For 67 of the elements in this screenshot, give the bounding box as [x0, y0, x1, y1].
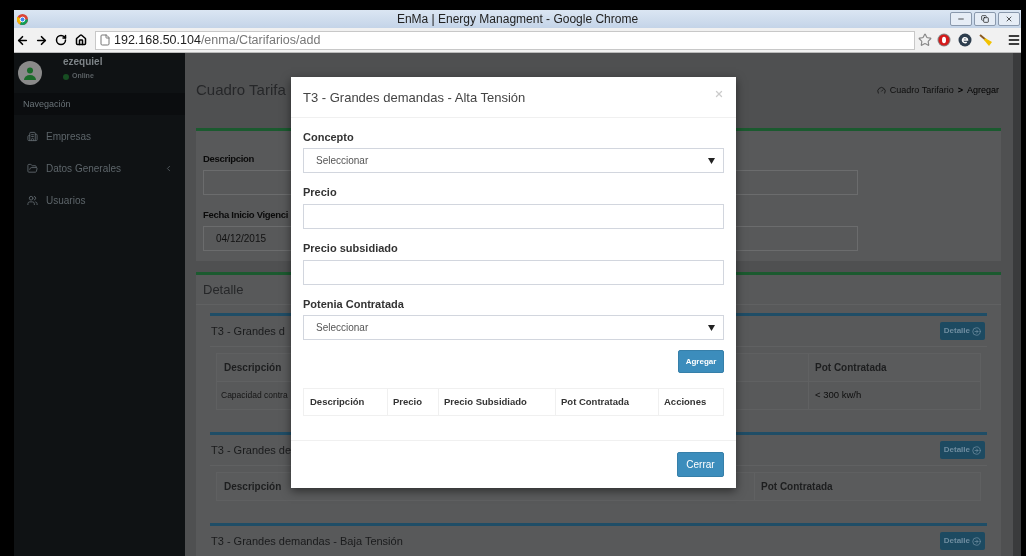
- sidebar-item[interactable]: Empresas: [14, 120, 185, 152]
- column-header: Descripción: [309, 394, 366, 409]
- field-label: Concepto: [303, 130, 354, 144]
- forward-icon[interactable]: [35, 33, 48, 47]
- dashboard-icon: [876, 86, 886, 95]
- column-header: Acciones: [658, 389, 723, 415]
- broom-icon[interactable]: [979, 33, 993, 47]
- user-name: ezequiel: [63, 56, 103, 69]
- sidebar-item[interactable]: Datos Generales: [14, 152, 185, 184]
- url-text: 192.168.50.104/enma/Ctarifarios/add: [114, 31, 321, 49]
- home-icon[interactable]: [75, 34, 87, 46]
- users-icon: [27, 194, 38, 206]
- column-header: Descripción: [223, 361, 282, 375]
- field-label: Descripcion: [203, 153, 255, 165]
- column-header: Pot Contratada: [555, 389, 658, 415]
- input-field[interactable]: [303, 204, 724, 229]
- modal-title: T3 - Grandes demandas - Alta Tensión: [303, 89, 526, 108]
- field-label: Potenia Contratada: [303, 297, 404, 311]
- star-icon[interactable]: [918, 33, 932, 47]
- address-bar[interactable]: 192.168.50.104/enma/Ctarifarios/add: [95, 30, 915, 50]
- page-icon: [99, 34, 111, 46]
- select-field[interactable]: Seleccionar: [303, 315, 724, 340]
- select-field[interactable]: Seleccionar: [303, 148, 724, 173]
- close-icon: [1005, 15, 1013, 23]
- browser-logo-icon: [17, 13, 28, 25]
- section-title: T3 - Grandes de: [210, 442, 292, 458]
- restore-button[interactable]: [974, 12, 996, 26]
- building-icon: [27, 130, 38, 142]
- reload-icon[interactable]: [55, 34, 67, 46]
- chevron-icon: [164, 163, 173, 173]
- table-cell: < 300 kw/h: [808, 382, 980, 409]
- user-icon: [23, 66, 37, 80]
- minimize-icon: [957, 15, 965, 23]
- close-button[interactable]: Cerrar: [677, 452, 724, 477]
- detail-button[interactable]: Detalle: [939, 532, 985, 550]
- folder-icon: [27, 162, 38, 174]
- section-title: T3 - Grandes d: [210, 323, 285, 339]
- field-label: Precio: [303, 185, 337, 199]
- column-header: Descripción: [223, 480, 282, 494]
- arrow-circle-icon: [972, 445, 981, 455]
- sidebar-item[interactable]: Usuarios: [14, 184, 185, 216]
- column-header: Precio: [387, 389, 438, 415]
- arrow-circle-icon: [972, 326, 981, 336]
- o-logo-icon[interactable]: [937, 33, 951, 47]
- menu-icon[interactable]: [1007, 33, 1021, 47]
- window-title: EnMa | Energy Managment - Google Chrome: [396, 11, 639, 28]
- caret-icon: [708, 157, 715, 164]
- column-header: Pot Contratada: [808, 354, 980, 381]
- nav-header: Navegación: [14, 93, 185, 115]
- close-button[interactable]: [998, 12, 1020, 26]
- input-field[interactable]: [303, 260, 724, 285]
- caret-icon: [708, 324, 715, 331]
- detail-button[interactable]: Detalle: [939, 441, 985, 459]
- back-icon[interactable]: [16, 33, 29, 47]
- field-label: Fecha Inicio Vigenci: [203, 209, 289, 221]
- restore-icon: [981, 15, 989, 23]
- field-value: 04/12/2015: [216, 232, 267, 246]
- e-logo-icon[interactable]: [958, 33, 972, 47]
- column-header: Precio Subsidiado: [438, 389, 555, 415]
- section-title: T3 - Grandes demandas - Baja Tensión: [210, 533, 403, 549]
- detail-button[interactable]: Detalle: [939, 322, 985, 340]
- field-label: Precio subsidiado: [303, 241, 398, 255]
- breadcrumb-separator: >: [957, 83, 963, 97]
- add-button[interactable]: Agregar: [678, 350, 724, 373]
- breadcrumb-current: Agregar: [966, 83, 999, 97]
- arrow-circle-icon: [972, 536, 981, 546]
- column-header: Pot Contratada: [754, 473, 980, 500]
